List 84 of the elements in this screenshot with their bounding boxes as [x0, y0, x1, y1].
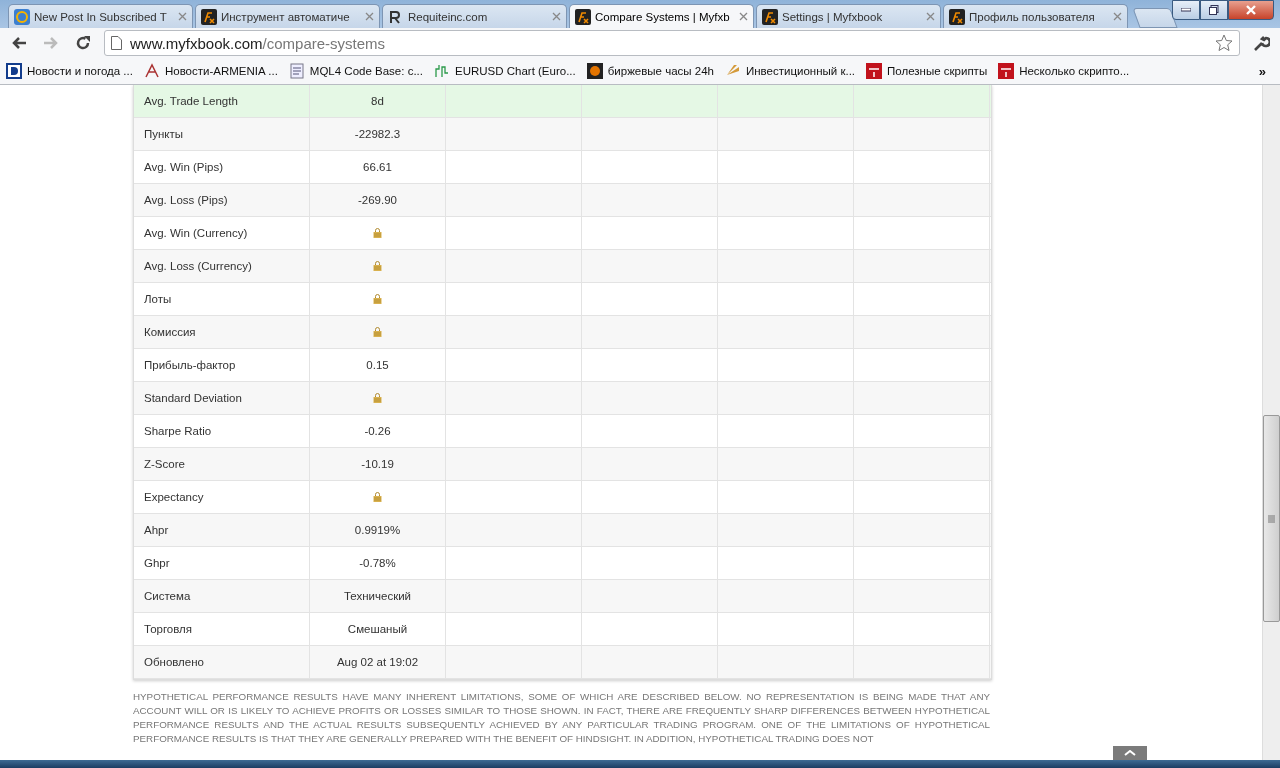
minimize-icon: [1181, 8, 1191, 12]
row-label: Комиссия: [134, 316, 310, 348]
table-cell: -22982.3: [310, 118, 446, 150]
table-cell: -269.90: [310, 184, 446, 216]
lock-icon: [373, 492, 382, 502]
bookmark-link[interactable]: Полезные скрипты: [866, 63, 988, 79]
browser-tab[interactable]: New Post In Subscribed T: [8, 4, 193, 28]
table-cell: -0.26: [310, 415, 446, 447]
row-label: Пункты: [134, 118, 310, 150]
reload-icon: [75, 35, 91, 51]
row-label: Система: [134, 580, 310, 612]
row-label: Standard Deviation: [134, 382, 310, 414]
bookmark-link[interactable]: биржевые часы 24h: [586, 63, 714, 79]
scroll-top-button[interactable]: [1113, 746, 1147, 760]
bookmark-link[interactable]: Инвестиционный к...: [725, 63, 856, 79]
lock-icon: [373, 294, 382, 304]
row-label: Avg. Loss (Pips): [134, 184, 310, 216]
scrollbar[interactable]: [1262, 85, 1280, 760]
row-label: Торговля: [134, 613, 310, 645]
bookmark-link[interactable]: Несколько скрипто...: [998, 63, 1130, 79]
disclaimer-text: HYPOTHETICAL PERFORMANCE RESULTS HAVE MANY INHERENT LIMITATIONS, SOME OF WHICH ARE DESCRIBED BELOW. NO REPRESENTATION IS BEING MADE THAT ANY ACCOUNT WILL OR IS LIKELY TO ACHIEVE PROFITS OR LOSSES SIMILAR TO THOSE SHOWN. IN FACT, THERE ARE FREQUENTLY SHARP DIFFERENCES BETWEEN HYPOTHETICAL PERFORMANCE RESULTS AND THE ACTUAL RESULTS SUBSEQUENTLY ACHIEVED BY ANY PARTICULAR TRADING PROGRAM. ONE OF THE LIMITATIONS OF HYPOTHETICAL PERFORMANCE RESULTS IS THAT THEY ARE GENERALLY PREPARED WITH THE BENEFIT OF HINDSIGHT. IN ADDITION, HYPOTHETICAL TRADING DOES NOT: [133, 690, 990, 746]
table-cell: 8d: [310, 85, 446, 117]
bookmark-link[interactable]: EURUSD Chart (Euro...: [433, 63, 576, 79]
fx-logo-icon: [201, 8, 217, 25]
table-cell: Смешаный: [310, 613, 446, 645]
row-label: Avg. Win (Currency): [134, 217, 310, 249]
maximize-button[interactable]: [1200, 0, 1228, 20]
row-label: Лоты: [134, 283, 310, 315]
browser-tab[interactable]: Профиль пользователя: [943, 4, 1128, 28]
table-cell: 0.15: [310, 349, 446, 381]
close-icon: [1246, 5, 1256, 15]
row-label: Z-Score: [134, 448, 310, 480]
bookmark-link[interactable]: Новости и погода ...: [6, 63, 133, 79]
row-label: Avg. Win (Pips): [134, 151, 310, 183]
fx-logo-icon: [949, 8, 965, 25]
mt-logo-icon: [866, 63, 883, 79]
close-icon[interactable]: [1113, 12, 1122, 21]
row-label: Обновлено: [134, 646, 310, 678]
chart-icon: [433, 63, 450, 79]
forward-arrow-icon: [43, 36, 59, 50]
mt-logo-icon: [998, 63, 1015, 79]
row-label: Avg. Trade Length: [134, 85, 310, 117]
table-cell: Технический: [310, 580, 446, 612]
close-icon[interactable]: [178, 12, 187, 21]
close-button[interactable]: [1228, 0, 1274, 20]
table-cell: -10.19: [310, 448, 446, 480]
address-field[interactable]: www.myfxbook.com/compare-systems: [104, 30, 1240, 56]
row-label: Ahpr: [134, 514, 310, 546]
table-cell: 0.9919%: [310, 514, 446, 546]
close-icon[interactable]: [365, 12, 374, 21]
browser-tab[interactable]: Requiteinc.com: [382, 4, 567, 28]
bookmark-logo-icon: [143, 63, 160, 79]
page-icon: [111, 36, 122, 50]
lock-icon: [373, 393, 382, 403]
back-arrow-icon: [11, 36, 27, 50]
row-label: Прибыль-фактор: [134, 349, 310, 381]
browser-tab[interactable]: Compare Systems | Myfxb: [569, 4, 754, 28]
more-bookmarks-button[interactable]: »: [1258, 63, 1266, 79]
browser-tab[interactable]: Инструмент автоматиче: [195, 4, 380, 28]
bookmark-link[interactable]: MQL4 Code Base: c...: [288, 63, 423, 79]
bookmark-logo-icon: [6, 63, 22, 79]
document-icon: [288, 63, 305, 79]
clock-logo-icon: [586, 63, 603, 79]
bookmark-link[interactable]: Новости-ARMENIA ...: [143, 63, 278, 79]
browser-tab[interactable]: Settings | Myfxbook: [756, 4, 941, 28]
chevron-up-icon: [1124, 750, 1136, 756]
close-icon[interactable]: [552, 12, 561, 21]
row-label: Ghpr: [134, 547, 310, 579]
maximize-icon: [1209, 5, 1219, 15]
close-icon[interactable]: [739, 12, 748, 21]
close-icon[interactable]: [926, 12, 935, 21]
lock-icon: [373, 327, 382, 337]
fx-logo-icon: [762, 8, 778, 25]
lock-icon: [373, 261, 382, 271]
star-icon[interactable]: [1215, 34, 1233, 52]
row-label: Sharpe Ratio: [134, 415, 310, 447]
row-label: Avg. Loss (Currency): [134, 250, 310, 282]
minimize-button[interactable]: [1172, 0, 1200, 20]
table-cell: -0.78%: [310, 547, 446, 579]
lock-icon: [373, 228, 382, 238]
row-label: Expectancy: [134, 481, 310, 513]
fx-logo-icon: [575, 8, 591, 25]
table-cell: 66.61: [310, 151, 446, 183]
table-cell: Aug 02 at 19:02: [310, 646, 446, 678]
